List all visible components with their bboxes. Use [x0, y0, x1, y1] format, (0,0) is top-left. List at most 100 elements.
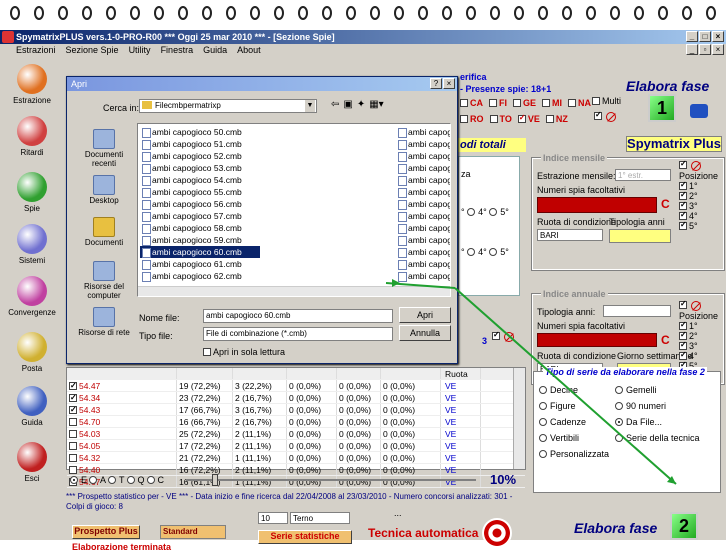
sidebar-guida[interactable]: Guida [4, 386, 60, 427]
menu-about[interactable]: About [237, 44, 261, 56]
place-network[interactable]: Risorse di rete [75, 307, 133, 337]
place-desktop[interactable]: Desktop [75, 175, 133, 205]
ruota-select[interactable]: BARI [537, 229, 603, 241]
place-computer[interactable]: Risorse del computer [75, 261, 133, 300]
row-checkbox[interactable] [69, 454, 77, 462]
sidebar-sistemi[interactable]: Sistemi [4, 224, 60, 265]
file-item[interactable]: ambi capogi [396, 246, 450, 258]
serie-radio[interactable] [539, 386, 547, 394]
wheel-checkbox[interactable] [513, 99, 521, 107]
posizione-checkbox[interactable] [679, 220, 687, 230]
posizione-checkbox[interactable] [679, 200, 687, 210]
menu-sezione-spie[interactable]: Sezione Spie [66, 44, 119, 56]
table-scrollbar[interactable] [513, 368, 525, 469]
row-checkbox[interactable] [69, 418, 77, 426]
chevron-down-icon[interactable]: ▼ [305, 100, 315, 112]
file-list-hscrollbar[interactable] [138, 286, 450, 296]
slider-radio[interactable] [146, 476, 155, 484]
menu-utility[interactable]: Utility [129, 44, 151, 56]
slider-radio[interactable] [126, 476, 135, 484]
posizione-checkbox[interactable] [679, 210, 687, 220]
sidebar-estrazione[interactable]: Estrazione [4, 64, 60, 105]
file-item[interactable]: ambi capogioco 58.cmb [140, 222, 260, 234]
posizione-checkbox[interactable] [679, 340, 687, 350]
slider-radio[interactable] [89, 476, 98, 484]
target-icon[interactable] [482, 518, 512, 548]
row-checkbox[interactable] [69, 430, 77, 438]
file-item[interactable]: ambi capogi [396, 162, 450, 174]
file-item[interactable]: ambi capogi [396, 174, 450, 186]
multi-checkbox[interactable] [592, 97, 600, 105]
look-in-select[interactable]: Filecmbpermatrixp ▼ [139, 99, 317, 113]
slider-radio[interactable] [108, 476, 117, 484]
slider-radio[interactable] [70, 476, 78, 484]
file-item[interactable]: ambi capogi [396, 270, 450, 282]
new-folder-icon[interactable]: ✦ [357, 99, 365, 110]
check-all-button[interactable] [594, 110, 602, 120]
posizione-checkbox[interactable] [679, 320, 687, 330]
menu-finestra[interactable]: Finestra [161, 44, 194, 56]
table-clear-icon[interactable] [504, 332, 514, 342]
wheel-checkbox[interactable] [489, 115, 498, 123]
terno-select[interactable]: Terno [290, 512, 350, 524]
wheel-checkbox[interactable] [568, 99, 577, 107]
file-item[interactable]: ambi capogi [396, 258, 450, 270]
back-icon[interactable]: ⇦ [331, 99, 339, 110]
file-item[interactable]: ambi capogioco 60.cmb [140, 246, 260, 258]
clear-all-icon[interactable] [606, 112, 616, 122]
table-row[interactable]: 54.4719 (72,2%)3 (22,2%)0 (0,0%)0 (0,0%)… [67, 380, 525, 392]
serie-radio[interactable] [539, 434, 547, 442]
file-item[interactable]: ambi capogioco 52.cmb [140, 150, 260, 162]
table-check-all-button[interactable] [492, 330, 500, 340]
file-item[interactable]: ambi capogioco 54.cmb [140, 174, 260, 186]
view-menu-icon[interactable]: ▦▾ [369, 99, 383, 110]
table-row[interactable]: 54.4317 (66,7%)3 (16,7%)0 (0,0%)0 (0,0%)… [67, 404, 525, 416]
file-item[interactable]: ambi capogioco 55.cmb [140, 186, 260, 198]
readonly-checkbox[interactable] [203, 348, 211, 356]
wheel-checkbox[interactable] [460, 99, 468, 107]
dialog-close-button[interactable]: × [443, 78, 455, 89]
file-item[interactable]: ambi capogi [396, 138, 450, 150]
open-button[interactable]: Apri [399, 307, 451, 323]
serie-radio[interactable] [615, 402, 623, 410]
tipologia-anni-select[interactable] [609, 229, 671, 243]
filename-input[interactable]: ambi capogioco 60.cmb [203, 309, 393, 323]
file-item[interactable]: ambi capogioco 59.cmb [140, 234, 260, 246]
maximize-button[interactable]: □ [699, 31, 711, 42]
pos-5-radio-b[interactable] [489, 248, 498, 256]
sidebar-ritardi[interactable]: Ritardi [4, 116, 60, 157]
file-item[interactable]: ambi capogi [396, 186, 450, 198]
serie-radio[interactable] [539, 450, 547, 458]
posizione-checkbox[interactable] [679, 330, 687, 340]
serie-radio[interactable] [539, 418, 547, 426]
up-folder-icon[interactable]: ▣ [343, 99, 352, 110]
file-item[interactable]: ambi capogi [396, 126, 450, 138]
serie-radio[interactable] [615, 386, 623, 394]
file-item[interactable]: ambi capogioco 61.cmb [140, 258, 260, 270]
prospetto-plus-button[interactable]: Prospetto Plus [72, 525, 140, 539]
serie-statistiche-button[interactable]: Serie statistiche [258, 530, 352, 544]
serie-radio[interactable] [615, 434, 623, 442]
file-item[interactable]: ambi capogi [396, 150, 450, 162]
file-item[interactable]: ambi capogioco 50.cmb [140, 126, 260, 138]
sidebar-esci[interactable]: Esci [4, 442, 60, 483]
pos-clear-icon-a[interactable] [691, 301, 701, 311]
numeri-spia-annuale-input[interactable] [537, 333, 657, 347]
posizione-checkbox[interactable] [679, 190, 687, 200]
file-item[interactable]: ambi capogioco 57.cmb [140, 210, 260, 222]
serie-radio[interactable] [615, 418, 623, 426]
file-item[interactable]: ambi capogi [396, 210, 450, 222]
serie-radio[interactable] [539, 402, 547, 410]
estrazione-mensile-select[interactable]: 1° estr. [615, 169, 671, 181]
row-checkbox[interactable] [69, 392, 77, 403]
file-item[interactable]: ambi capogi [396, 198, 450, 210]
wizard-icon[interactable] [690, 104, 708, 118]
standard-select[interactable]: Standard [160, 525, 226, 539]
table-row[interactable]: 54.32 21 (72,2%) 1 (11,1%) 0 (0,0%) 0 (0,0%)… [67, 452, 525, 464]
menu-guida[interactable]: Guida [203, 44, 227, 56]
place-documents[interactable]: Documenti [75, 217, 133, 247]
table-row[interactable]: 54.70 16 (66,7%) 2 (16,7%) 0 (0,0%) 0 (0,0%)… [67, 416, 525, 428]
row-checkbox[interactable] [69, 442, 77, 450]
wheel-checkbox[interactable] [545, 115, 554, 123]
wheel-checkbox[interactable] [542, 99, 551, 107]
